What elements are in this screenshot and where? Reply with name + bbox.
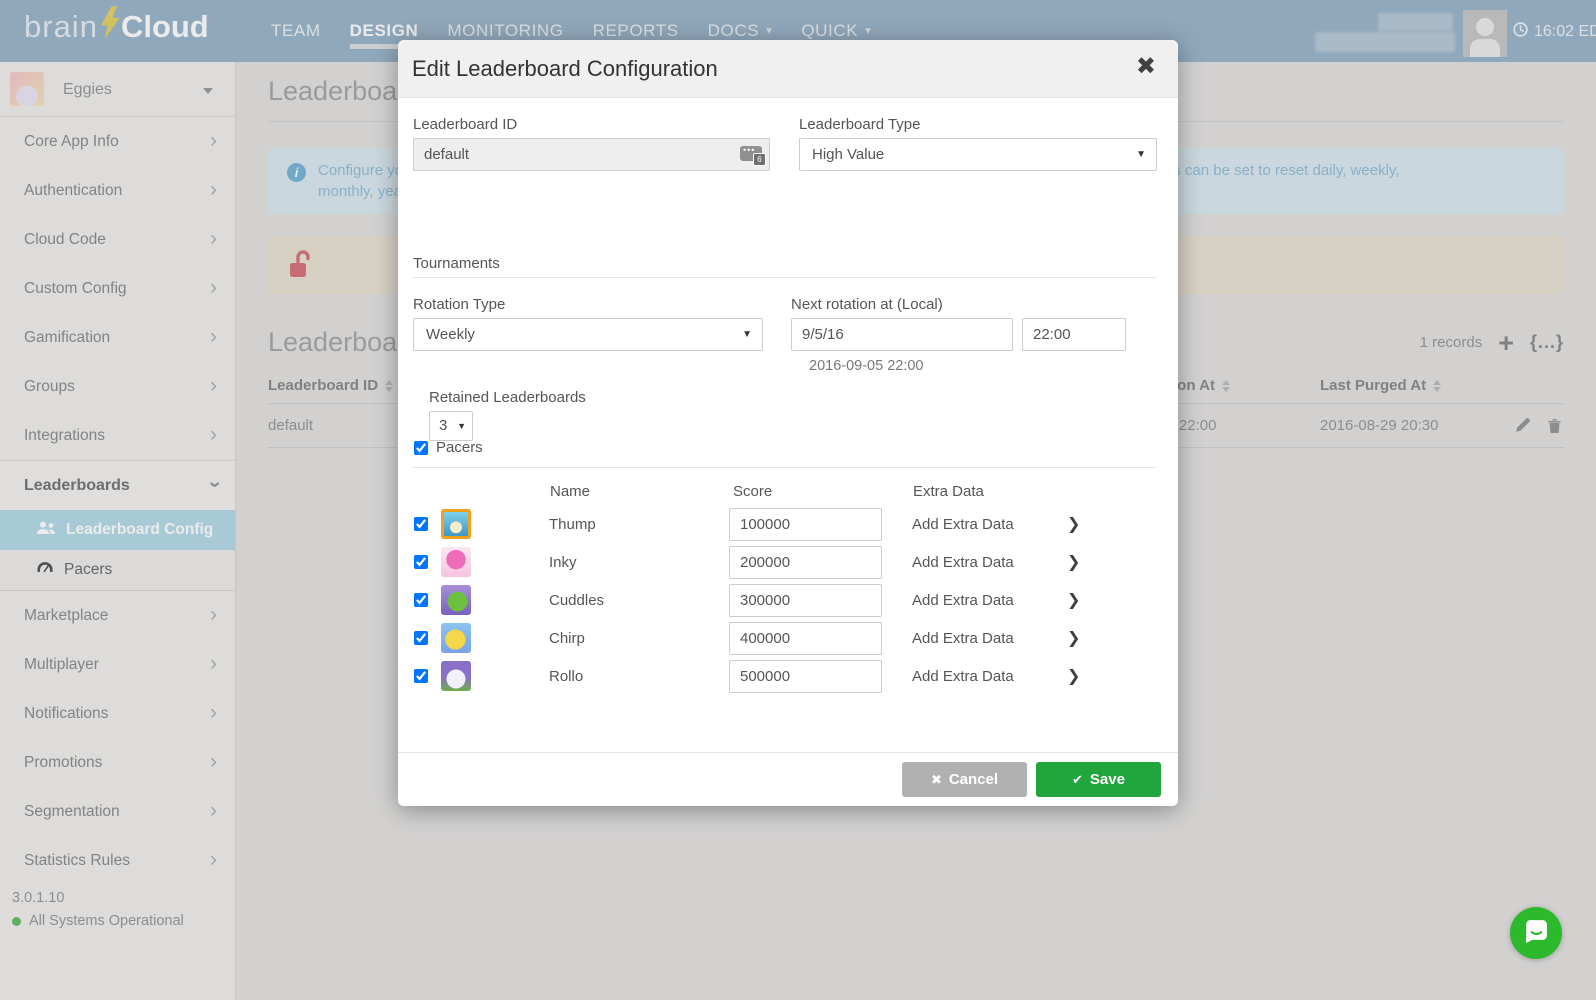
pacer-avatar-thump xyxy=(441,509,471,539)
add-extra-data-link[interactable]: Add Extra Data xyxy=(912,660,1014,693)
leaderboard-type-label: Leaderboard Type xyxy=(799,116,921,133)
pacers-column-extra-data: Extra Data xyxy=(913,483,984,500)
pacers-column-name: Name xyxy=(550,483,590,500)
autofill-extension-icon xyxy=(740,146,762,161)
chat-bubble-icon xyxy=(1523,917,1550,949)
add-extra-data-link[interactable]: Add Extra Data xyxy=(912,508,1014,541)
pacers-column-score: Score xyxy=(733,483,772,500)
leaderboard-type-select[interactable]: High Value ▼ xyxy=(799,138,1157,171)
pacer-score-input[interactable] xyxy=(729,622,882,655)
pacer-checkbox[interactable] xyxy=(414,517,428,531)
modal-footer: ✖ Cancel ✔ Save xyxy=(398,752,1178,806)
rotation-type-label: Rotation Type xyxy=(413,296,505,313)
pacer-avatar-chirp xyxy=(441,623,471,653)
add-extra-data-link[interactable]: Add Extra Data xyxy=(912,584,1014,617)
pacer-score-input[interactable] xyxy=(729,584,882,617)
pacers-checkbox[interactable] xyxy=(414,441,428,455)
divider xyxy=(413,467,1157,468)
modal-body: Leaderboard ID Leaderboard Type High Val… xyxy=(398,98,1178,752)
pacers-list: Thump Add Extra Data ❯ Inky Add Extra Da… xyxy=(413,508,1157,698)
tournaments-heading: Tournaments xyxy=(413,255,500,272)
pacer-checkbox[interactable] xyxy=(414,555,428,569)
rotation-date-input[interactable] xyxy=(791,318,1013,351)
leaderboard-id-input[interactable] xyxy=(413,138,770,171)
pacer-name: Thump xyxy=(549,508,596,541)
pacer-avatar-rollo xyxy=(441,661,471,691)
check-icon: ✔ xyxy=(1072,772,1083,788)
rotation-type-select[interactable]: Weekly ▼ xyxy=(413,318,763,351)
edit-leaderboard-modal: Edit Leaderboard Configuration ✖ Leaderb… xyxy=(398,40,1178,806)
next-rotation-label: Next rotation at (Local) xyxy=(791,296,943,313)
pacer-avatar-inky xyxy=(441,547,471,577)
cancel-button[interactable]: ✖ Cancel xyxy=(902,762,1027,797)
chevron-right-icon[interactable]: ❯ xyxy=(1067,622,1080,655)
chevron-right-icon[interactable]: ❯ xyxy=(1067,546,1080,579)
add-extra-data-link[interactable]: Add Extra Data xyxy=(912,546,1014,579)
modal-header: Edit Leaderboard Configuration ✖ xyxy=(398,40,1178,98)
chevron-right-icon[interactable]: ❯ xyxy=(1067,660,1080,693)
screen: brain Cloud TEAM DESIGN MONITORING REPOR… xyxy=(0,0,1596,1000)
pacer-name: Chirp xyxy=(549,622,585,655)
add-extra-data-link[interactable]: Add Extra Data xyxy=(912,622,1014,655)
pacer-avatar-cuddles xyxy=(441,585,471,615)
divider xyxy=(413,277,1157,278)
chat-launcher[interactable] xyxy=(1510,907,1562,959)
leaderboard-id-label: Leaderboard ID xyxy=(413,116,517,133)
pacer-row: Inky Add Extra Data ❯ xyxy=(413,546,1157,579)
pacer-name: Inky xyxy=(549,546,577,579)
pacers-toggle-row: Pacers xyxy=(414,439,483,456)
pacer-row: Cuddles Add Extra Data ❯ xyxy=(413,584,1157,617)
chevron-right-icon[interactable]: ❯ xyxy=(1067,584,1080,617)
pacer-checkbox[interactable] xyxy=(414,593,428,607)
pacer-name: Cuddles xyxy=(549,584,604,617)
select-caret-icon: ▼ xyxy=(1136,139,1146,170)
retained-leaderboards-select[interactable]: 3 ▼ xyxy=(429,411,473,441)
pacer-score-input[interactable] xyxy=(729,508,882,541)
save-button[interactable]: ✔ Save xyxy=(1036,762,1161,797)
modal-title: Edit Leaderboard Configuration xyxy=(412,40,718,98)
pacer-row: Rollo Add Extra Data ❯ xyxy=(413,660,1157,693)
x-icon: ✖ xyxy=(931,772,942,788)
select-caret-icon: ▼ xyxy=(742,319,752,350)
chevron-right-icon[interactable]: ❯ xyxy=(1067,508,1080,541)
rotation-time-input[interactable] xyxy=(1022,318,1126,351)
leaderboard-id-wrap xyxy=(413,138,770,171)
pacer-name: Rollo xyxy=(549,660,583,693)
rotation-helper-text: 2016-09-05 22:00 xyxy=(809,358,924,374)
pacer-score-input[interactable] xyxy=(729,546,882,579)
pacers-label: Pacers xyxy=(436,439,483,456)
pacer-row: Thump Add Extra Data ❯ xyxy=(413,508,1157,541)
retained-leaderboards-label: Retained Leaderboards xyxy=(429,389,586,406)
close-icon[interactable]: ✖ xyxy=(1136,53,1156,82)
pacer-checkbox[interactable] xyxy=(414,631,428,645)
pacer-checkbox[interactable] xyxy=(414,669,428,683)
select-caret-icon: ▼ xyxy=(457,412,466,440)
pacer-score-input[interactable] xyxy=(729,660,882,693)
pacer-row: Chirp Add Extra Data ❯ xyxy=(413,622,1157,655)
